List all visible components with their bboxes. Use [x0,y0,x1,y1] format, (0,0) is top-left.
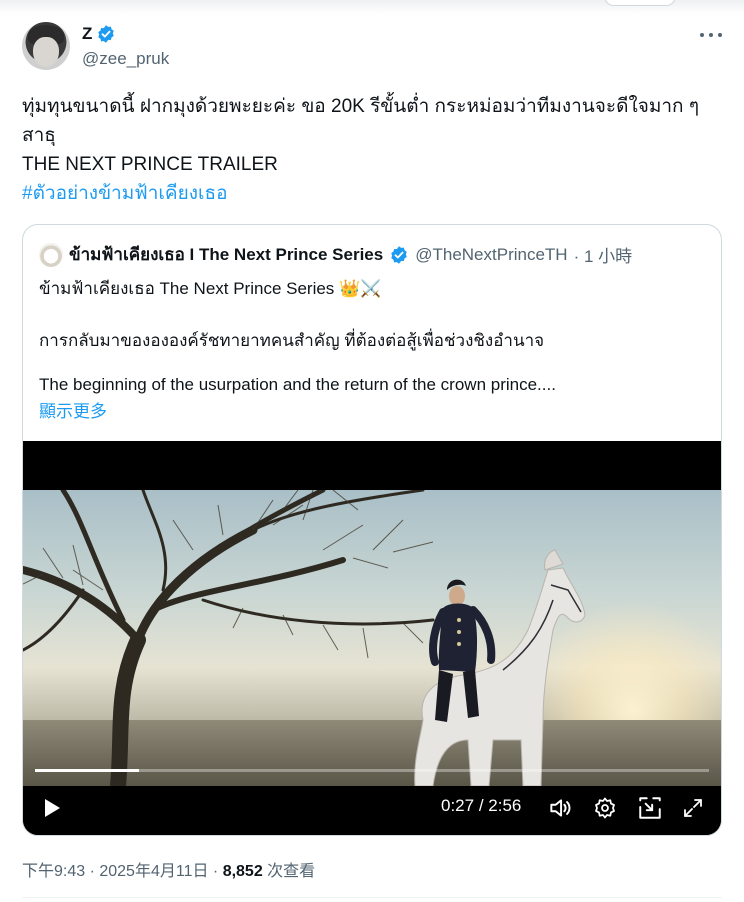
author-handle[interactable]: @zee_pruk [82,49,169,69]
video-frame[interactable] [23,490,721,786]
video-progress-fill [35,769,140,772]
top-partial-button[interactable] [604,0,676,6]
verified-badge-icon [391,245,407,264]
video-progress-bar[interactable] [35,769,709,772]
more-options-icon[interactable] [700,28,722,42]
scene-illustration [23,490,586,786]
quoted-tweet-header: ข้ามฟ้าเคียงเธอ I The Next Prince Series… [39,241,632,268]
author-name[interactable]: Z [82,24,116,44]
verified-badge-icon [98,25,115,43]
tweet-line-1: ทุ่มทุนขนาดนี้ ฝากมุงด้วยพะยะค่ะ ขอ 20K … [22,96,700,117]
tweet-timestamp[interactable]: 下午9:43 · 2025年4月11日 · [22,863,223,880]
video-player[interactable]: 0:27 / 2:56 [23,441,721,835]
quoted-time[interactable]: · 1 小時 [574,242,633,267]
fullscreen-icon[interactable] [681,793,705,823]
play-icon[interactable] [39,793,63,823]
show-more-link[interactable]: 顯示更多 [39,397,107,422]
picture-in-picture-icon[interactable] [637,793,663,823]
tweet-meta: 下午9:43 · 2025年4月11日 · 8,852 次查看 [22,857,315,881]
video-time-separator: / [478,796,484,815]
quoted-line-1: ข้ามฟ้าเคียงเธอ The Next Prince Series 👑… [39,279,382,298]
view-count-label: 次查看 [262,863,316,880]
quoted-line-3: The beginning of the usurpation and the … [39,375,556,394]
author-avatar[interactable] [22,22,70,70]
settings-gear-icon[interactable] [593,793,617,823]
author-name-text[interactable]: Z [82,24,92,44]
hashtag-link[interactable]: #ตัวอย่างข้ามฟ้าเคียงเธอ [22,179,727,208]
divider [22,897,722,898]
tweet-text: ทุ่มทุนขนาดนี้ ฝากมุงด้วยพะยะค่ะ ขอ 20K … [22,92,727,208]
quoted-author-avatar[interactable] [39,242,63,267]
quoted-tweet-card[interactable]: ข้ามฟ้าเคียงเธอ I The Next Prince Series… [22,224,722,836]
quoted-author-name[interactable]: ข้ามฟ้าเคียงเธอ I The Next Prince Series [69,241,383,268]
video-time: 0:27 / 2:56 [441,796,521,816]
volume-icon[interactable] [547,793,573,823]
video-duration: 2:56 [488,796,522,815]
avatar-face [33,37,59,67]
video-current-time: 0:27 [441,796,475,815]
quoted-author-handle[interactable]: @TheNextPrinceTH [415,245,567,265]
view-count: 8,852 [222,863,263,880]
quoted-line-2: การกลับมาของององค์รัชทายาทคนสำคัญ ที่ต้อ… [39,331,545,350]
tweet-line-2: สาธุ [22,125,56,146]
tweet-line-3: THE NEXT PRINCE TRAILER [22,154,278,175]
